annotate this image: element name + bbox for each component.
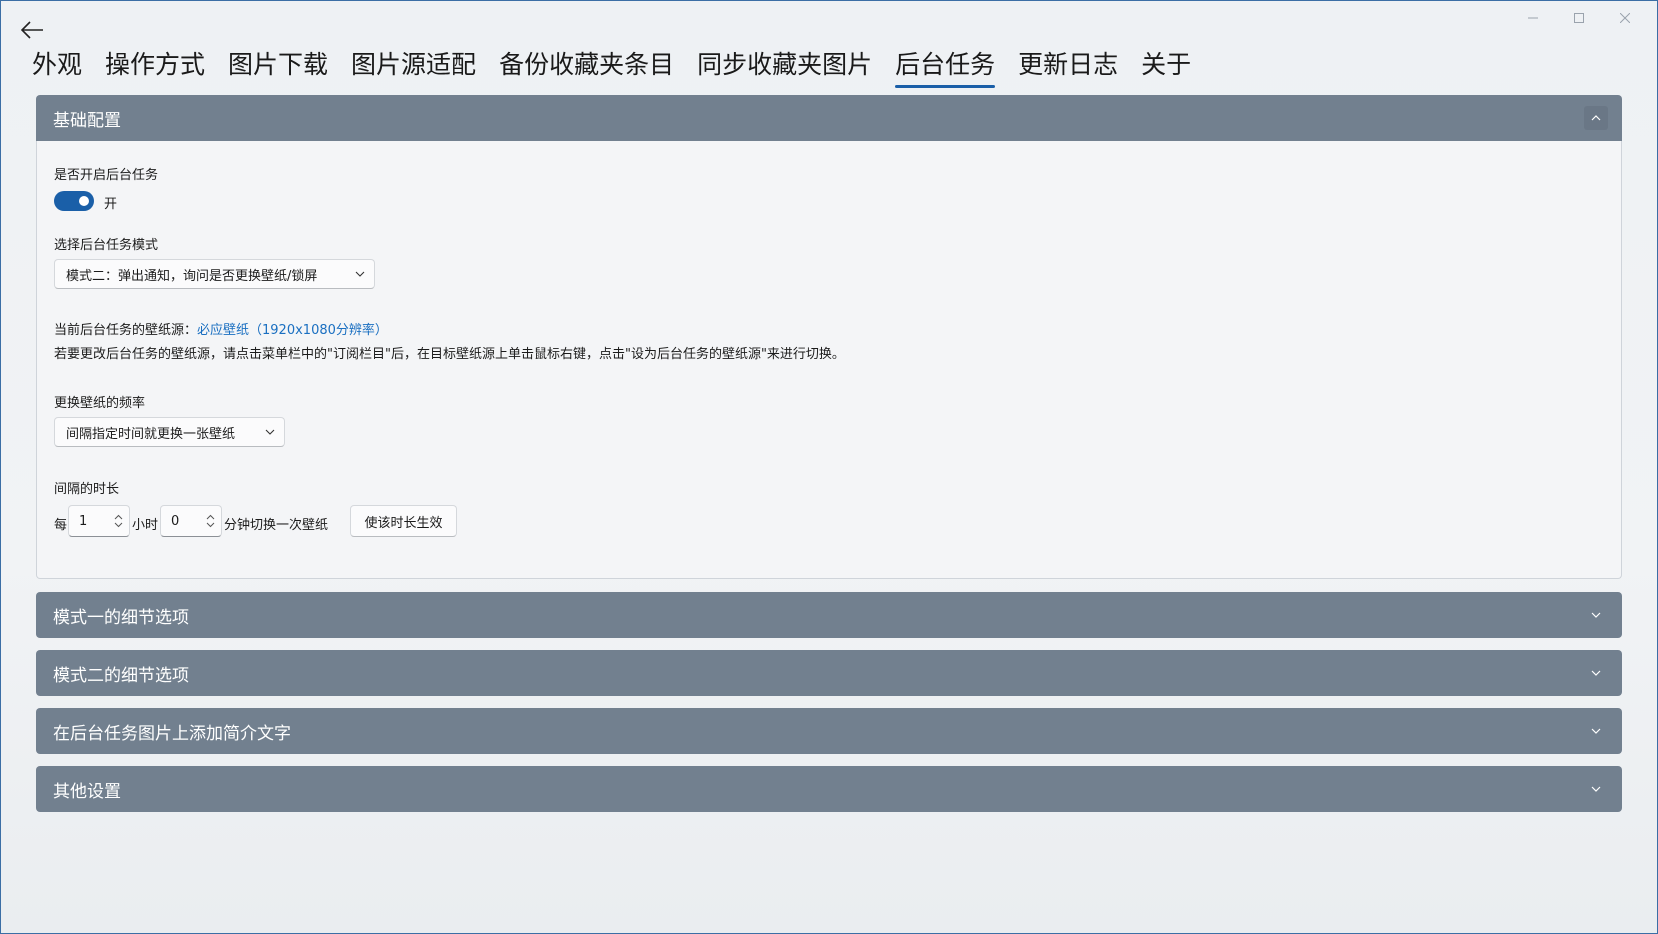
frequency-select[interactable]: 间隔指定时间就更换一张壁纸 bbox=[54, 417, 285, 447]
source-line: 当前后台任务的壁纸源：必应壁纸（1920x1080分辨率） bbox=[54, 319, 388, 338]
collapse-button[interactable] bbox=[1584, 106, 1608, 130]
chevron-down-icon bbox=[1591, 612, 1601, 618]
minutes-unit: 分钟切换一次壁纸 bbox=[224, 518, 329, 533]
toggle-knob bbox=[79, 196, 89, 206]
basic-config-body: 是否开启后台任务 开 选择后台任务模式 模式二：弹出通知，询问是否更换壁纸/锁屏… bbox=[36, 141, 1622, 579]
mode2-options-title: 模式二的细节选项 bbox=[53, 665, 189, 686]
tab-appearance[interactable]: 外观 bbox=[32, 48, 94, 88]
settings-tabs: 外观 操作方式 图片下载 图片源适配 备份收藏夹条目 同步收藏夹图片 后台任务 … bbox=[32, 48, 1214, 88]
mode-label: 选择后台任务模式 bbox=[54, 238, 159, 253]
expand-button[interactable] bbox=[1584, 603, 1608, 627]
source-link[interactable]: 必应壁纸（1920x1080分辨率） bbox=[197, 323, 388, 338]
hours-value: 1 bbox=[79, 513, 88, 529]
source-hint: 若要更改后台任务的壁纸源，请点击菜单栏中的"订阅栏目"后，在目标壁纸源上单击鼠标… bbox=[54, 347, 845, 362]
maximize-button[interactable] bbox=[1556, 6, 1602, 30]
mode2-options-expander: 模式二的细节选项 bbox=[36, 650, 1622, 696]
spinner-icon[interactable] bbox=[206, 514, 215, 532]
hours-number-box[interactable]: 1 bbox=[68, 505, 130, 537]
basic-config-header[interactable]: 基础配置 bbox=[36, 95, 1622, 141]
minimize-button[interactable] bbox=[1510, 6, 1556, 30]
window-controls bbox=[1510, 6, 1648, 30]
minimize-icon bbox=[1528, 17, 1538, 19]
other-settings-expander: 其他设置 bbox=[36, 766, 1622, 812]
mode1-options-header[interactable]: 模式一的细节选项 bbox=[36, 592, 1622, 638]
back-arrow-icon bbox=[20, 21, 43, 39]
enable-label: 是否开启后台任务 bbox=[54, 168, 159, 183]
tab-source-adapter[interactable]: 图片源适配 bbox=[351, 48, 488, 88]
chevron-down-icon bbox=[346, 271, 374, 277]
expand-button[interactable] bbox=[1584, 719, 1608, 743]
tab-backup-favorites[interactable]: 备份收藏夹条目 bbox=[499, 48, 686, 88]
expand-button[interactable] bbox=[1584, 777, 1608, 801]
frequency-label: 更换壁纸的频率 bbox=[54, 396, 146, 411]
chevron-down-icon bbox=[1591, 670, 1601, 676]
tab-about[interactable]: 关于 bbox=[1141, 48, 1203, 88]
source-prefix: 当前后台任务的壁纸源： bbox=[54, 323, 198, 338]
caption-text-title: 在后台任务图片上添加简介文字 bbox=[53, 723, 291, 744]
chevron-down-icon bbox=[1591, 786, 1601, 792]
tab-download[interactable]: 图片下载 bbox=[228, 48, 340, 88]
tab-operation[interactable]: 操作方式 bbox=[105, 48, 217, 88]
caption-text-expander: 在后台任务图片上添加简介文字 bbox=[36, 708, 1622, 754]
expand-button[interactable] bbox=[1584, 661, 1608, 685]
chevron-down-icon bbox=[1591, 728, 1601, 734]
maximize-icon bbox=[1574, 13, 1584, 23]
other-settings-title: 其他设置 bbox=[53, 781, 121, 802]
back-button[interactable] bbox=[18, 16, 46, 44]
tab-background-tasks[interactable]: 后台任务 bbox=[895, 48, 1007, 88]
apply-interval-button[interactable]: 使该时长生效 bbox=[350, 505, 457, 537]
enable-toggle[interactable] bbox=[54, 191, 94, 211]
minutes-value: 0 bbox=[171, 513, 180, 529]
frequency-select-value: 间隔指定时间就更换一张壁纸 bbox=[66, 426, 236, 442]
basic-config-expander: 基础配置 是否开启后台任务 开 选择后台任务模式 模式二：弹出通知，询问是否更换… bbox=[36, 95, 1622, 579]
interval-label: 间隔的时长 bbox=[54, 482, 120, 497]
mode-select[interactable]: 模式二：弹出通知，询问是否更换壁纸/锁屏 bbox=[54, 259, 375, 289]
mode-select-value: 模式二：弹出通知，询问是否更换壁纸/锁屏 bbox=[66, 268, 318, 284]
other-settings-header[interactable]: 其他设置 bbox=[36, 766, 1622, 812]
hours-unit: 小时 bbox=[132, 518, 159, 533]
spinner-icon[interactable] bbox=[114, 514, 123, 532]
chevron-down-icon bbox=[256, 429, 284, 435]
chevron-up-icon bbox=[1591, 115, 1601, 121]
basic-config-title: 基础配置 bbox=[53, 110, 121, 131]
mode1-options-title: 模式一的细节选项 bbox=[53, 607, 189, 628]
mode2-options-header[interactable]: 模式二的细节选项 bbox=[36, 650, 1622, 696]
tab-sync-favorites[interactable]: 同步收藏夹图片 bbox=[697, 48, 884, 88]
mode1-options-expander: 模式一的细节选项 bbox=[36, 592, 1622, 638]
toggle-state-text: 开 bbox=[104, 197, 118, 212]
close-button[interactable] bbox=[1602, 6, 1648, 30]
minutes-number-box[interactable]: 0 bbox=[160, 505, 222, 537]
every-text: 每 bbox=[54, 518, 68, 533]
tab-changelog[interactable]: 更新日志 bbox=[1018, 48, 1130, 88]
close-icon bbox=[1620, 13, 1630, 23]
caption-text-header[interactable]: 在后台任务图片上添加简介文字 bbox=[36, 708, 1622, 754]
